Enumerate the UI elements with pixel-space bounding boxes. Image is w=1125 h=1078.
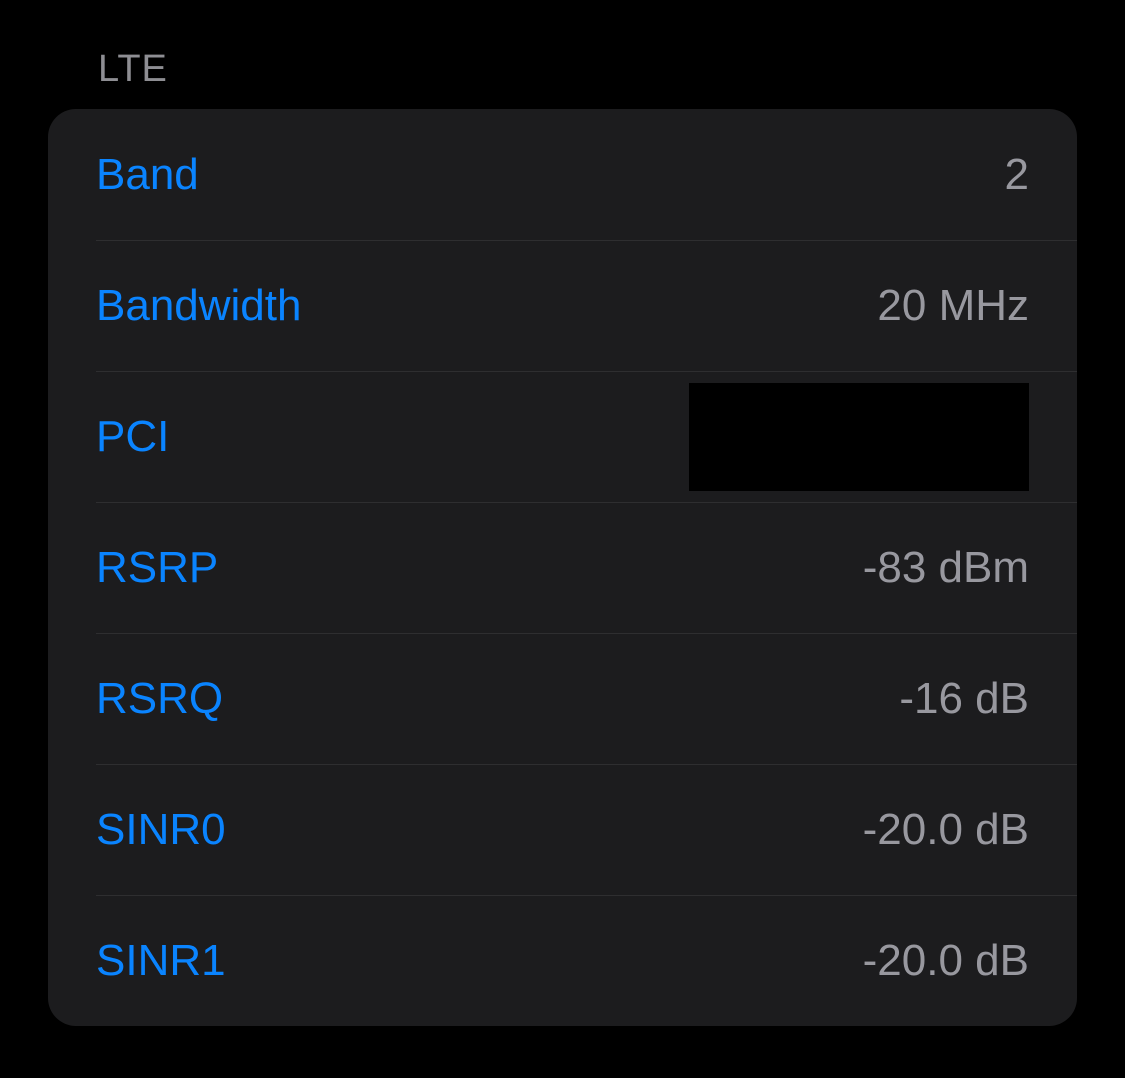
row-value-bandwidth: 20 MHz xyxy=(877,281,1029,331)
row-value-sinr1: -20.0 dB xyxy=(863,936,1029,986)
row-label-rsrp: RSRP xyxy=(96,543,218,593)
row-label-sinr1: SINR1 xyxy=(96,936,226,986)
row-value-band: 2 xyxy=(1005,150,1029,200)
row-rsrp[interactable]: RSRP -83 dBm xyxy=(48,502,1077,633)
row-sinr0[interactable]: SINR0 -20.0 dB xyxy=(48,764,1077,895)
row-bandwidth[interactable]: Bandwidth 20 MHz xyxy=(48,240,1077,371)
row-value-sinr0: -20.0 dB xyxy=(863,805,1029,855)
row-label-bandwidth: Bandwidth xyxy=(96,281,301,331)
row-label-rsrq: RSRQ xyxy=(96,674,223,724)
row-value-rsrq: -16 dB xyxy=(899,674,1029,724)
row-rsrq[interactable]: RSRQ -16 dB xyxy=(48,633,1077,764)
section-header-lte: LTE xyxy=(0,0,1125,109)
row-pci[interactable]: PCI xyxy=(48,371,1077,502)
row-value-pci-redacted xyxy=(689,383,1029,491)
row-sinr1[interactable]: SINR1 -20.0 dB xyxy=(48,895,1077,1026)
lte-card: Band 2 Bandwidth 20 MHz PCI RSRP -83 dBm… xyxy=(48,109,1077,1026)
row-label-band: Band xyxy=(96,150,199,200)
row-label-sinr0: SINR0 xyxy=(96,805,226,855)
row-band[interactable]: Band 2 xyxy=(48,109,1077,240)
row-value-rsrp: -83 dBm xyxy=(863,543,1029,593)
row-label-pci: PCI xyxy=(96,412,169,462)
